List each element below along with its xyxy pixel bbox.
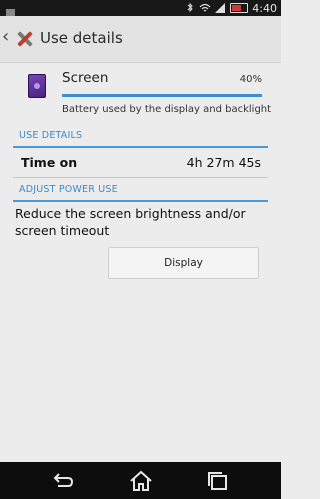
section-header-adjust-power: ADJUST POWER USE bbox=[13, 182, 268, 202]
bluetooth-icon bbox=[187, 3, 194, 13]
section-title: ADJUST POWER USE bbox=[19, 184, 118, 195]
usage-bar bbox=[62, 94, 262, 97]
app-usage-row: Screen 40% Battery used by the display a… bbox=[0, 62, 281, 122]
status-time: 4:40 bbox=[252, 1, 277, 15]
page-title: Use details bbox=[40, 29, 123, 47]
section-title: USE DETAILS bbox=[19, 130, 83, 141]
app-name: Screen bbox=[62, 70, 109, 86]
battery-icon bbox=[230, 3, 249, 13]
back-arrow-icon[interactable] bbox=[48, 467, 78, 495]
action-bar: ‹ Use details bbox=[0, 16, 281, 63]
app-percent: 40% bbox=[239, 74, 262, 85]
settings-tools-icon[interactable] bbox=[14, 28, 36, 50]
power-suggestion-text: Reduce the screen brightness and/or scre… bbox=[15, 206, 246, 238]
signal-icon bbox=[215, 3, 226, 13]
time-on-value: 4h 27m 45s bbox=[186, 155, 261, 170]
navigation-bar bbox=[0, 462, 281, 499]
time-on-label: Time on bbox=[21, 155, 78, 170]
time-on-row: Time on 4h 27m 45s bbox=[0, 150, 281, 176]
status-bar: 4:40 bbox=[0, 0, 281, 16]
home-icon[interactable] bbox=[126, 467, 156, 495]
display-button[interactable]: Display bbox=[108, 247, 259, 279]
divider bbox=[13, 177, 268, 178]
wifi-icon bbox=[199, 3, 211, 12]
section-header-use-details: USE DETAILS bbox=[13, 128, 268, 148]
chevron-left-icon[interactable]: ‹ bbox=[2, 26, 9, 47]
screen-icon bbox=[28, 74, 46, 98]
app-description: Battery used by the display and backligh… bbox=[62, 104, 272, 115]
usage-bar-fill bbox=[62, 94, 262, 97]
recent-apps-icon[interactable] bbox=[203, 467, 233, 495]
